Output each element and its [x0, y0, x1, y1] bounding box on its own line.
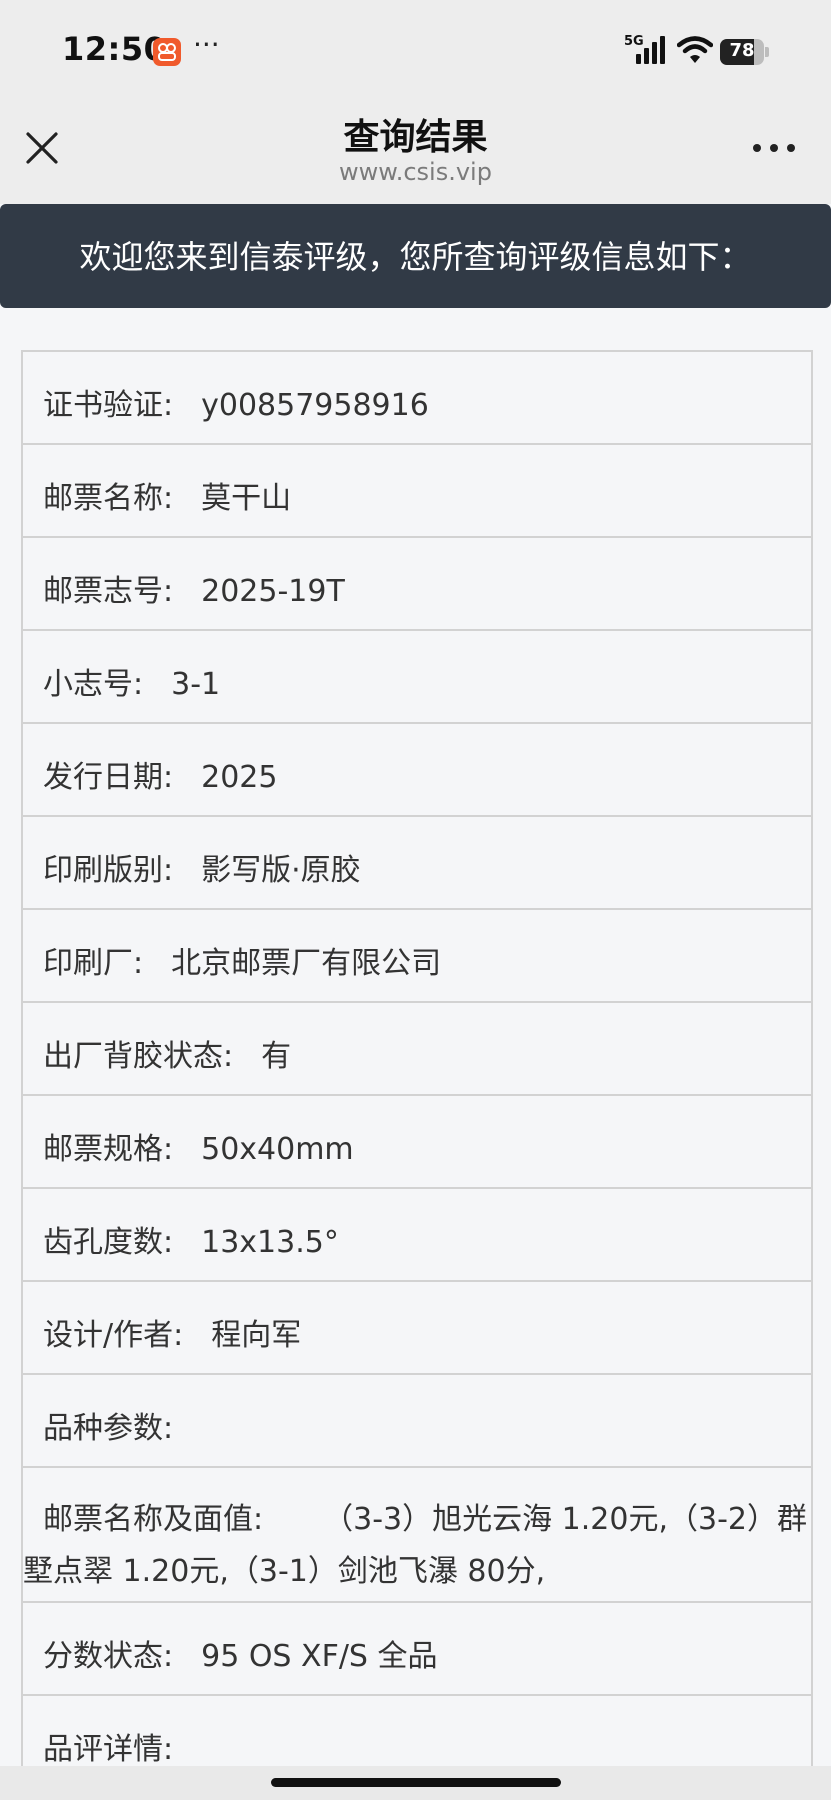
table-row: 出厂背胶状态: 有 [23, 1003, 811, 1096]
table-row: 邮票名称: 莫干山 [23, 445, 811, 538]
app-notification-icon [153, 38, 181, 66]
table-row: 证书验证: y00857958916 [23, 352, 811, 445]
row-value: 13x13.5° [201, 1225, 339, 1260]
row-label: 设计/作者: [43, 1318, 184, 1353]
table-row: 邮票规格: 50x40mm [23, 1096, 811, 1189]
row-label: 分数状态: [43, 1639, 174, 1674]
row-label: 品种参数: [43, 1411, 174, 1446]
row-value: 莫干山 [201, 481, 292, 516]
row-label: 邮票名称: [43, 481, 174, 516]
status-bar: 12:50 ··· 5G 78 [0, 0, 831, 100]
row-value: 程向军 [211, 1318, 302, 1353]
status-more-icon: ··· [193, 28, 220, 61]
table-row: 印刷厂: 北京邮票厂有限公司 [23, 910, 811, 1003]
battery-level: 78 [729, 40, 755, 61]
wifi-icon [677, 36, 713, 63]
row-label: 邮票志号: [43, 574, 174, 609]
table-row: 设计/作者: 程向军 [23, 1282, 811, 1375]
row-label: 印刷版别: [43, 853, 174, 888]
row-value: 有 [261, 1039, 292, 1074]
status-time: 12:50 [62, 30, 167, 68]
row-value: 2025 [201, 760, 278, 795]
page-title: 查询结果 [343, 117, 488, 158]
home-indicator[interactable] [271, 1778, 561, 1787]
row-label: 品评详情: [43, 1732, 174, 1767]
table-row: 品种参数: [23, 1375, 811, 1468]
row-value: 95 OS XF/S 全品 [201, 1639, 438, 1674]
row-value: 2025-19T [201, 574, 345, 609]
signal-icon [636, 36, 665, 64]
row-value: y00857958916 [201, 388, 429, 423]
row-label: 证书验证: [43, 388, 174, 423]
row-label: 邮票规格: [43, 1132, 174, 1167]
row-label: 齿孔度数: [43, 1225, 174, 1260]
table-row: 邮票名称及面值: （3-3）旭光云海 1.20元,（3-2）群墅点翠 1.20元,… [23, 1468, 811, 1603]
row-label: 小志号: [43, 667, 144, 702]
row-value: 影写版·原胶 [201, 853, 361, 888]
rating-info-table: 证书验证: y00857958916 邮票名称: 莫干山 邮票志号: 2025-19T… [21, 350, 813, 1787]
table-row: 发行日期: 2025 [23, 724, 811, 817]
row-label: 发行日期: [43, 760, 174, 795]
welcome-banner: 欢迎您来到信泰评级，您所查询评级信息如下： [0, 204, 831, 308]
row-value: 3-1 [171, 667, 221, 702]
battery-icon: 78 [720, 39, 769, 65]
table-row: 邮票志号: 2025-19T [23, 538, 811, 631]
row-label: 印刷厂: [43, 946, 144, 981]
table-row: 印刷版别: 影写版·原胶 [23, 817, 811, 910]
row-label: 邮票名称及面值: [43, 1502, 264, 1537]
table-row: 小志号: 3-1 [23, 631, 811, 724]
row-value: 北京邮票厂有限公司 [171, 946, 442, 981]
more-icon[interactable] [752, 138, 796, 158]
row-label: 出厂背胶状态: [43, 1039, 234, 1074]
table-row: 分数状态: 95 OS XF/S 全品 [23, 1603, 811, 1696]
row-value: 50x40mm [201, 1132, 354, 1167]
banner-text: 欢迎您来到信泰评级，您所查询评级信息如下： [79, 238, 752, 276]
table-row: 齿孔度数: 13x13.5° [23, 1189, 811, 1282]
page-url: www.csis.vip [339, 158, 492, 186]
